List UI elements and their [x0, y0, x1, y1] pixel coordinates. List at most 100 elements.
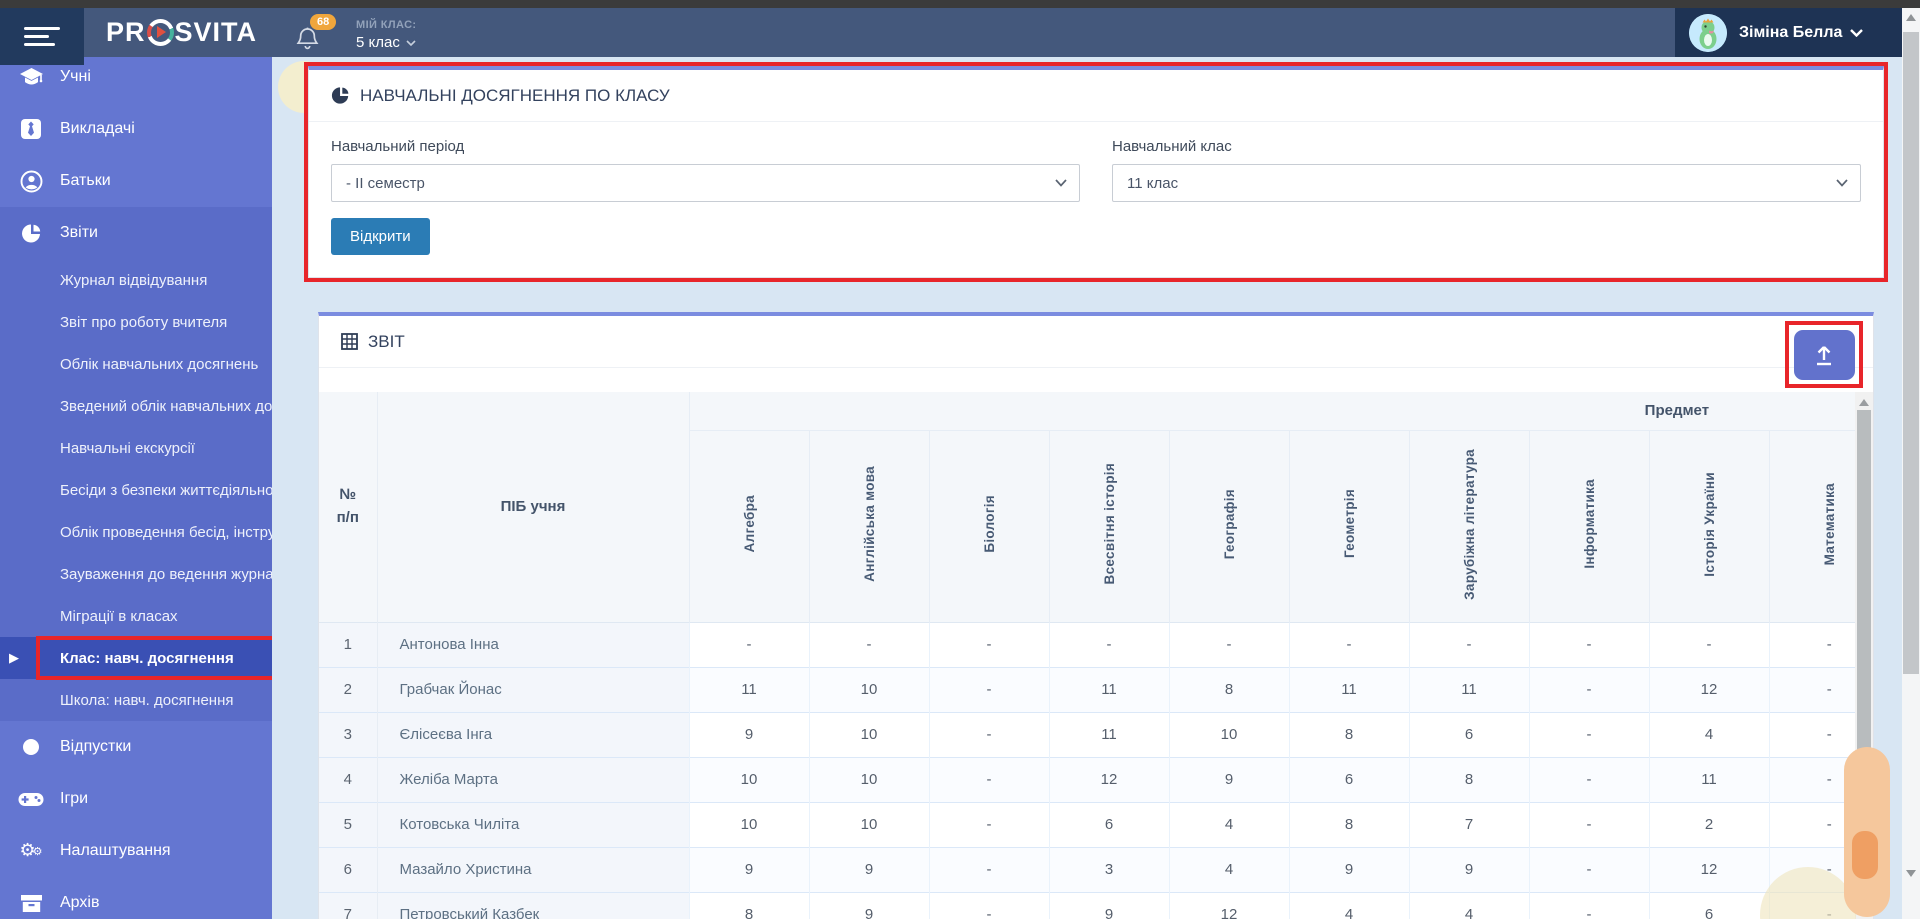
- scroll-down-icon[interactable]: [1906, 870, 1916, 877]
- grade-cell: 3: [1048, 847, 1169, 892]
- grade-cell: -: [1168, 622, 1289, 667]
- grade-cell: -: [1768, 847, 1855, 892]
- grade-cell: 9: [688, 712, 809, 757]
- sidebar: Учні Викладачі Батьки Звіти Журнал відві…: [0, 57, 272, 919]
- row-number-cell: 6: [319, 847, 378, 892]
- sidebar-subitem[interactable]: ▶ Облік навчальних досягнень: [0, 343, 272, 385]
- grade-cell: 4: [1408, 892, 1529, 919]
- sidebar-subitem[interactable]: ▶ Школа: навч. досягнення: [0, 679, 272, 721]
- period-select[interactable]: - ІІ семестр: [331, 164, 1080, 202]
- grade-cell: 8: [1288, 802, 1409, 847]
- sidebar-item-vacations[interactable]: Відпустки: [0, 721, 272, 773]
- class-select[interactable]: 11 клас: [1112, 164, 1861, 202]
- export-button[interactable]: [1793, 329, 1855, 380]
- gamepad-icon: [18, 792, 44, 807]
- sidebar-item-teachers[interactable]: Викладачі: [0, 103, 272, 155]
- sidebar-subitem-label: Міграції в класах: [60, 607, 178, 625]
- grade-cell: 10: [808, 712, 929, 757]
- sidebar-subitem-label: Облік проведення бесід, інструктажів: [60, 523, 272, 541]
- grade-cell: -: [1768, 802, 1855, 847]
- circle-icon: [18, 739, 44, 755]
- sidebar-subitem[interactable]: ▶ Зауваження до ведення журналу: [0, 553, 272, 595]
- student-name-cell: Желіба Марта: [377, 757, 689, 802]
- open-button[interactable]: Відкрити: [331, 218, 430, 255]
- sidebar-submenu: ▶ Журнал відвідування ▶ Звіт про роботу …: [0, 259, 272, 721]
- tie-icon: [18, 118, 44, 140]
- row-number-cell: 7: [319, 892, 378, 919]
- sidebar-subitem[interactable]: ▶ Бесіди з безпеки життєдіяльності: [0, 469, 272, 511]
- user-menu[interactable]: Зіміна Белла: [1675, 8, 1902, 57]
- my-class-switcher[interactable]: МІЙ КЛАС: 5 клас: [356, 19, 417, 51]
- grade-cell: 10: [688, 757, 809, 802]
- dino-avatar-image: [1689, 13, 1727, 52]
- sidebar-subitem[interactable]: ▶ Навчальні екскурсії: [0, 427, 272, 469]
- grade-cell: 12: [1048, 757, 1169, 802]
- grade-cell: 12: [1648, 667, 1769, 712]
- sidebar-subitem[interactable]: ▶ Міграції в класах: [0, 595, 272, 637]
- sidebar-subitem-label: Навчальні екскурсії: [60, 439, 195, 457]
- grade-cell: -: [1528, 667, 1649, 712]
- table-row: 3 Єлісеєва Інга 9 10 - 11 10 8 6 - 4 -: [319, 712, 1855, 757]
- report-card: ЗВІТ № п/п ПІБ учня Предмет Алгебра Англ…: [318, 312, 1874, 919]
- grade-cell: 9: [1408, 847, 1529, 892]
- sidebar-item-settings[interactable]: ⚙ ⚙ Налаштування: [0, 825, 272, 877]
- sidebar-subitem[interactable]: ▶ Зведений облік навчальних досягнень: [0, 385, 272, 427]
- scroll-up-icon[interactable]: [1859, 399, 1869, 406]
- table-scrollbar[interactable]: [1855, 392, 1873, 919]
- grade-cell: 9: [1168, 757, 1289, 802]
- sidebar-subitem-label: Школа: навч. досягнення: [60, 691, 234, 709]
- grade-cell: 12: [1168, 892, 1289, 919]
- active-arrow-icon: ▶: [9, 650, 19, 665]
- filters-card-title: НАВЧАЛЬНІ ДОСЯГНЕННЯ ПО КЛАСУ: [360, 85, 670, 105]
- grade-cell: -: [1768, 667, 1855, 712]
- grade-cell: 10: [688, 802, 809, 847]
- notifications-button[interactable]: 68: [296, 14, 352, 56]
- grade-cell: 9: [808, 847, 929, 892]
- sidebar-item-label: Батьки: [60, 172, 111, 189]
- notification-badge: 68: [310, 14, 337, 30]
- sidebar-subitem[interactable]: ▶ Журнал відвідування: [0, 259, 272, 301]
- app-logo[interactable]: PR SVITA: [106, 8, 257, 57]
- main-content: НАВЧАЛЬНІ ДОСЯГНЕННЯ ПО КЛАСУ Навчальний…: [272, 57, 1902, 919]
- filters-card-title-row: НАВЧАЛЬНІ ДОСЯГНЕННЯ ПО КЛАСУ: [309, 70, 1883, 122]
- logo-play-icon: [146, 19, 174, 46]
- sidebar-item-reports[interactable]: Звіти: [0, 207, 272, 259]
- period-select-value: - ІІ семестр: [346, 174, 425, 192]
- table-scrollbar-thumb[interactable]: [1857, 410, 1871, 810]
- report-table: № п/п ПІБ учня Предмет Алгебра Англійська…: [319, 392, 1855, 919]
- grade-cell: 11: [1288, 667, 1409, 712]
- archive-box-icon: [18, 894, 44, 913]
- page-scrollbar-thumb[interactable]: [1903, 32, 1919, 674]
- column-header-number: № п/п: [319, 392, 378, 622]
- row-number-cell: 4: [319, 757, 378, 802]
- sidebar-toggle-button[interactable]: [0, 8, 84, 65]
- grade-cell: -: [1768, 892, 1855, 919]
- grade-cell: -: [1288, 622, 1409, 667]
- grade-cell: -: [1048, 622, 1169, 667]
- grade-cell: -: [1768, 712, 1855, 757]
- sidebar-subitem[interactable]: ▶ Звіт про роботу вчителя: [0, 301, 272, 343]
- grade-cell: -: [1768, 622, 1855, 667]
- grade-cell: -: [1528, 847, 1649, 892]
- grade-cell: 4: [1168, 847, 1289, 892]
- sidebar-subitem[interactable]: ▶ Облік проведення бесід, інструктажів: [0, 511, 272, 553]
- grade-cell: 11: [1648, 757, 1769, 802]
- column-header-subject: Біологія: [928, 429, 1049, 622]
- grade-cell: 6: [1408, 712, 1529, 757]
- grade-cell: 6: [1648, 892, 1769, 919]
- sidebar-item-archive[interactable]: Архів: [0, 877, 272, 919]
- grade-cell: -: [1408, 622, 1529, 667]
- page-scrollbar[interactable]: [1902, 8, 1920, 919]
- sidebar-item-parents[interactable]: Батьки: [0, 155, 272, 207]
- grade-cell: -: [928, 757, 1049, 802]
- table-grid-icon: [341, 333, 358, 350]
- grade-cell: 12: [1648, 847, 1769, 892]
- sidebar-item-label: Налаштування: [60, 842, 171, 859]
- grade-cell: 10: [808, 667, 929, 712]
- chevron-down-icon: [1055, 179, 1067, 187]
- grade-cell: -: [1528, 802, 1649, 847]
- sidebar-subitem[interactable]: ▶ Клас: навч. досягнення: [0, 636, 272, 680]
- scroll-up-icon[interactable]: [1906, 14, 1916, 21]
- top-navbar: PR SVITA 68 МІЙ КЛАС: 5 клас Зіміна Белл…: [0, 8, 1920, 65]
- sidebar-item-games[interactable]: Ігри: [0, 773, 272, 825]
